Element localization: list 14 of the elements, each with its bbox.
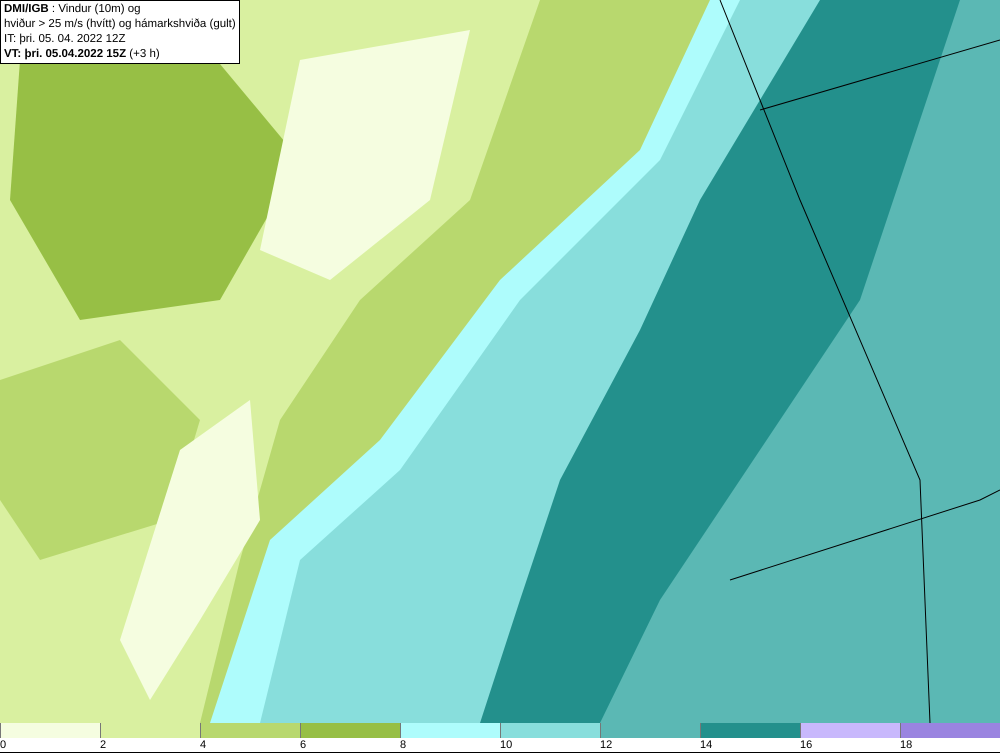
scale-label: 16 bbox=[800, 738, 812, 752]
scale-label: 18 bbox=[900, 738, 912, 752]
title-line: DMI/IGB : Vindur (10m) og bbox=[4, 2, 142, 17]
scale-label: 0 bbox=[0, 738, 6, 752]
scale-label: 8 bbox=[400, 738, 406, 752]
scale-label: 12 bbox=[600, 738, 612, 752]
title-line: hviður > 25 m/s (hvítt) og hámarkshviða (gult) bbox=[4, 17, 236, 32]
title-line: IT: þri. 05. 04. 2022 12Z bbox=[4, 32, 126, 47]
scale-label: 4 bbox=[200, 738, 206, 752]
scale-label: 10 bbox=[500, 738, 512, 752]
scale-label: 2 bbox=[100, 738, 106, 752]
scale-label: 6 bbox=[300, 738, 306, 752]
scale-label: 14 bbox=[700, 738, 712, 752]
title-line: VT: þri. 05.04.2022 15Z (+3 h) bbox=[4, 47, 161, 62]
